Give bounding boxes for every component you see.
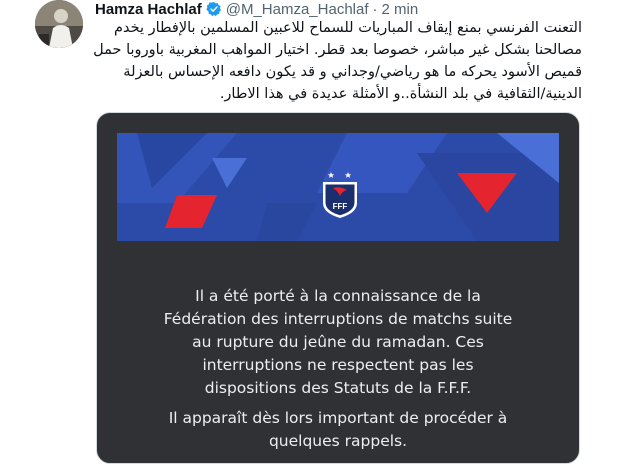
statement-line: Fédération des interruptions de matchs s…: [163, 310, 513, 328]
statement-line: interruptions ne respectent pas les: [202, 356, 474, 374]
statement-line: au rupture du jeûne du ramadan. Ces: [192, 333, 484, 351]
fff-banner: FFF: [117, 133, 559, 241]
tweet-text-line: مصالحنا بشكل غير مباشر، خصوصا بعد قطر. ا…: [93, 42, 582, 58]
tweet-text-line: التعنت الفرنسي بمنع إيقاف المباريات للسم…: [114, 20, 582, 36]
statement-line: Il apparaît dès lors important de procéd…: [168, 409, 508, 427]
tweet-text-line: قميص الأسود يحركه ما هو رياضي/وجداني و ق…: [123, 64, 582, 80]
statement-paragraph-1: Il a été porté à la connaissance de la F…: [97, 285, 579, 400]
verified-badge-icon: [206, 1, 222, 17]
tweet[interactable]: Hamza Hachlaf @M_Hamza_Hachlaf · 2 min ا…: [0, 0, 624, 464]
fff-crest-icon: FFF: [320, 169, 360, 219]
tweet-media-image[interactable]: FFF Il a été porté à la connaissance de …: [96, 112, 580, 464]
tweet-text: التعنت الفرنسي بمنع إيقاف المباريات للسم…: [93, 17, 582, 105]
svg-text:FFF: FFF: [333, 202, 348, 211]
statement-paragraph-2: Il apparaît dès lors important de procéd…: [97, 407, 579, 453]
author-handle[interactable]: @M_Hamza_Hachlaf: [226, 1, 369, 18]
tweet-text-line: الدينية/الثقافية في بلد النشأة..و الأمثل…: [219, 86, 582, 102]
statement-line: dispositions des Statuts de la F.F.F.: [204, 379, 472, 397]
avatar[interactable]: [35, 0, 83, 48]
separator-dot: ·: [372, 0, 378, 18]
tweet-header: Hamza Hachlaf @M_Hamza_Hachlaf · 2 min: [95, 0, 418, 18]
statement-line: Il a été porté à la connaissance de la: [195, 287, 481, 305]
tweet-time[interactable]: 2 min: [382, 1, 419, 18]
author-name[interactable]: Hamza Hachlaf: [95, 1, 202, 18]
